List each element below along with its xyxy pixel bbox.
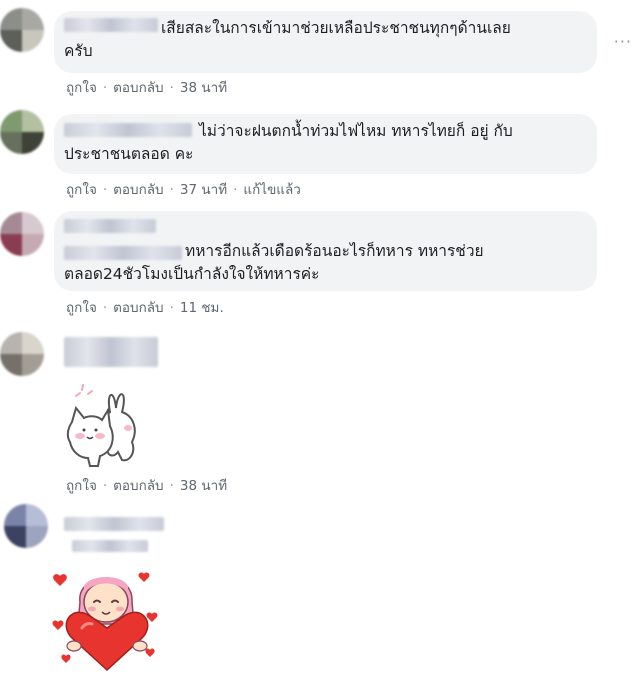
separator-dot: ·	[102, 80, 108, 96]
separator-dot: ·	[169, 80, 174, 96]
commenter-name[interactable]	[64, 18, 158, 32]
avatar[interactable]	[0, 332, 44, 376]
avatar[interactable]	[0, 110, 44, 154]
comment-text: ประชาชนตลอด คะ	[64, 145, 194, 163]
comment-text: ไม่ว่าจะฝนตกน้ำท่วมไฟไหม ทหารไทยก็ อยู่ …	[199, 122, 513, 140]
comment-time[interactable]: 11 ชม.	[180, 300, 224, 316]
separator-dot: ·	[233, 182, 238, 198]
comment-actions: ถูกใจ · ตอบกลับ · 38 นาที	[66, 474, 227, 496]
commenter-name-part	[64, 246, 182, 260]
reply-link[interactable]: ตอบกลับ	[113, 478, 163, 494]
comment-text: ครับ	[64, 42, 93, 60]
avatar[interactable]	[4, 504, 48, 548]
comment-text: ทหารอีกแล้วเดือดร้อนอะไรก็ทหาร ทหารช่วย	[185, 242, 484, 260]
like-link[interactable]: ถูกใจ	[66, 80, 97, 96]
girl-heart-sticker	[52, 572, 158, 672]
comment-actions: ถูกใจ · ตอบกลับ · 38 นาที	[66, 76, 227, 98]
reply-link[interactable]: ตอบกลับ	[113, 182, 163, 198]
separator-dot: ·	[169, 182, 174, 198]
separator-dot: ·	[169, 478, 174, 494]
comment-time[interactable]: 38 นาที	[180, 80, 227, 96]
commenter-name[interactable]	[64, 517, 164, 531]
edited-label[interactable]: แก้ไขแล้ว	[243, 182, 300, 198]
separator-dot: ·	[169, 300, 174, 316]
more-options-icon[interactable]: ···	[614, 32, 632, 51]
commenter-name[interactable]	[64, 337, 158, 367]
like-link[interactable]: ถูกใจ	[66, 300, 97, 316]
like-link[interactable]: ถูกใจ	[66, 182, 97, 198]
comment-text: เสียสละในการเข้ามาช่วยเหลือประชาชนทุกๆด้…	[161, 19, 511, 37]
cat-bunny-hug-sticker	[66, 384, 136, 467]
comment-time[interactable]: 38 นาที	[180, 478, 227, 494]
separator-dot: ·	[102, 300, 108, 316]
avatar[interactable]	[0, 212, 44, 256]
commenter-name[interactable]	[64, 123, 192, 137]
commenter-name[interactable]	[64, 219, 156, 233]
separator-dot: ·	[102, 478, 108, 494]
comment-actions: ถูกใจ · ตอบกลับ · 11 ชม.	[66, 296, 224, 318]
comment-actions: ถูกใจ · ตอบกลับ · 37 นาที · แก้ไขแล้ว	[66, 178, 301, 200]
comment-text: ตลอด24ชัวโมงเป็นกำลังใจให้ทหารค่ะ	[64, 265, 320, 283]
like-link[interactable]: ถูกใจ	[66, 478, 97, 494]
comment-time[interactable]: 37 นาที	[180, 182, 227, 198]
reply-link[interactable]: ตอบกลับ	[113, 80, 163, 96]
commenter-name-part	[72, 540, 148, 552]
reply-link[interactable]: ตอบกลับ	[113, 300, 163, 316]
separator-dot: ·	[102, 182, 108, 198]
avatar[interactable]	[0, 8, 44, 52]
